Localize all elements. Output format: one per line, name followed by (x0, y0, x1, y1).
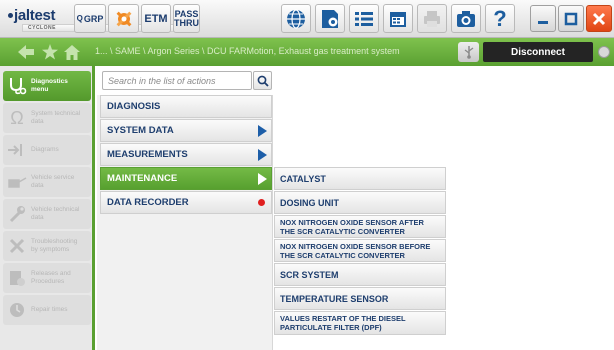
record-dot-icon (258, 199, 265, 206)
star-icon (42, 44, 58, 60)
sidebar-item-system-technical-data[interactable]: Ω System technical data (3, 103, 91, 133)
procedures-icon (6, 267, 28, 289)
usb-icon (464, 46, 473, 59)
action-diagnosis[interactable]: DIAGNOSIS (100, 95, 272, 118)
sidebar-item-troubleshooting[interactable]: Troubleshooting by symptoms (3, 231, 91, 261)
wrench-icon (6, 203, 28, 225)
orange-tool-button[interactable] (108, 4, 139, 33)
home-button[interactable] (64, 44, 80, 60)
back-button[interactable] (18, 44, 34, 60)
tools-icon (6, 235, 28, 257)
sub-action-temperature-sensor[interactable]: TEMPERATURE SENSOR (274, 287, 446, 310)
pass-thru-button[interactable]: PASS THRU (173, 4, 200, 33)
close-icon (592, 12, 606, 25)
action-system-data[interactable]: SYSTEM DATA (100, 119, 272, 142)
top-toolbar: jaltest CYCLONE Q GRP ETM PASS THRU ? (0, 0, 614, 38)
sidebar: Diagnostics menu Ω System technical data D… (0, 66, 95, 350)
chevron-right-icon (258, 125, 267, 137)
sub-action-nox-sensor-before[interactable]: NOX NITROGEN OXIDE SENSOR BEFORE THE SCR … (274, 239, 446, 262)
maximize-button[interactable] (558, 5, 584, 32)
sub-action-dpf-restart-values[interactable]: VALUES RESTART OF THE DIESEL PARTICULATE … (274, 311, 446, 335)
search-input[interactable]: Search in the list of actions (102, 71, 252, 90)
maximize-icon (564, 12, 578, 25)
sidebar-item-releases-and-procedures[interactable]: Releases and Procedures (3, 263, 91, 293)
sidebar-item-diagnostics-menu[interactable]: Diagnostics menu (3, 71, 91, 101)
sub-action-dosing-unit[interactable]: DOSING UNIT (274, 191, 446, 214)
connection-status-indicator (598, 46, 610, 58)
settings-icon (322, 9, 338, 28)
back-arrow-icon (18, 45, 34, 59)
camera-button[interactable] (451, 4, 481, 33)
breadcrumb: 1... \ SAME \ Argon Series \ DCU FARMoti… (95, 46, 400, 56)
stethoscope-icon (6, 75, 28, 97)
search-icon: Q (76, 14, 83, 23)
close-button[interactable] (586, 5, 612, 32)
globe-button[interactable] (281, 4, 311, 33)
diagram-icon (6, 139, 28, 161)
usb-connection-button[interactable] (458, 42, 479, 62)
list-button[interactable] (349, 4, 379, 33)
sidebar-item-vehicle-service-data[interactable]: Vehicle service data (3, 167, 91, 197)
sidebar-item-diagrams[interactable]: Diagrams (3, 135, 91, 165)
ohm-icon: Ω (10, 107, 24, 128)
sidebar-item-repair-times[interactable]: Repair times (3, 295, 91, 325)
repair-times-icon (6, 299, 28, 321)
chevron-right-icon (258, 173, 267, 185)
etm-button[interactable]: ETM (141, 4, 171, 33)
print-button[interactable] (417, 4, 447, 33)
sub-action-scr-system[interactable]: SCR SYSTEM (274, 263, 446, 286)
chevron-right-icon (258, 149, 267, 161)
grp-button[interactable]: Q GRP (74, 4, 106, 33)
action-measurements[interactable]: MEASUREMENTS (100, 143, 272, 166)
search-icon (257, 75, 269, 87)
sub-action-catalyst[interactable]: CATALYST (274, 167, 446, 190)
sidebar-item-vehicle-technical-data[interactable]: Vehicle technical data (3, 199, 91, 229)
minimize-icon (538, 20, 548, 24)
globe-icon (287, 8, 305, 29)
sub-action-nox-sensor-after[interactable]: NOX NITROGEN OXIDE SENSOR AFTER THE SCR C… (274, 215, 446, 238)
favorites-button[interactable] (42, 44, 58, 60)
disconnect-button[interactable]: Disconnect (483, 42, 593, 62)
print-icon (424, 10, 440, 27)
search-button[interactable] (253, 71, 272, 90)
oil-can-icon (6, 171, 28, 193)
home-icon (64, 44, 80, 60)
settings-button[interactable] (315, 4, 345, 33)
camera-icon (457, 10, 475, 27)
minimize-button[interactable] (530, 5, 556, 32)
help-icon: ? (493, 5, 507, 31)
action-data-recorder[interactable]: DATA RECORDER (100, 191, 272, 214)
list-icon (355, 11, 373, 26)
calendar-button[interactable] (383, 4, 413, 33)
action-maintenance[interactable]: MAINTENANCE (100, 167, 272, 190)
navigation-bar: 1... \ SAME \ Argon Series \ DCU FARMoti… (0, 38, 614, 66)
calendar-icon (390, 11, 406, 27)
help-button[interactable]: ? (485, 4, 515, 33)
wrench-cross-icon (116, 11, 131, 26)
app-logo: jaltest CYCLONE (8, 5, 194, 33)
